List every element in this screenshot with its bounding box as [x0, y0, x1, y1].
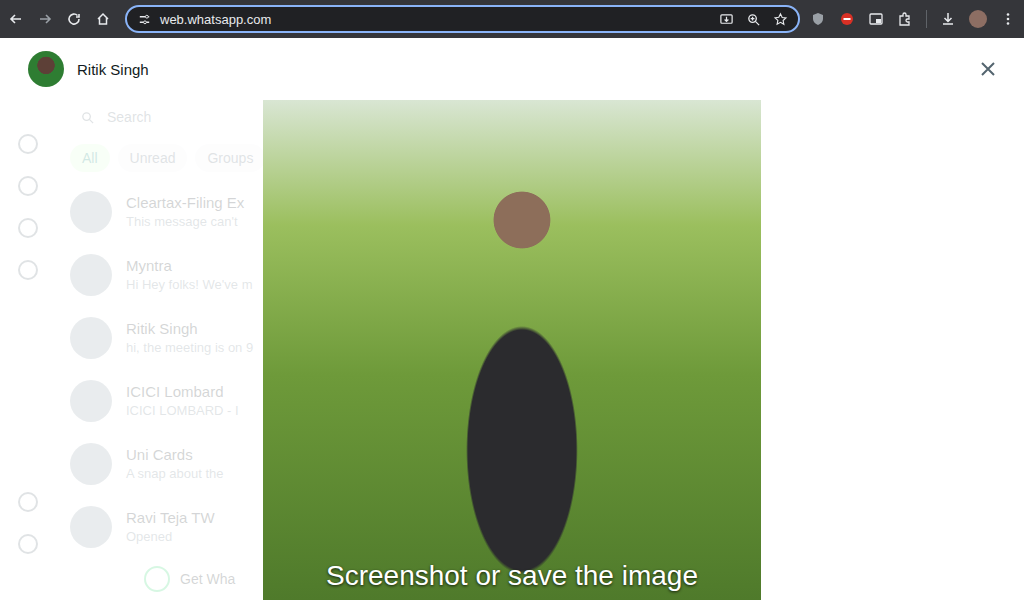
whatsapp-page: SearchAllUnreadGroupsCleartax-Filing ExT…: [0, 38, 1024, 610]
home-icon[interactable]: [95, 11, 111, 27]
site-settings-icon[interactable]: [137, 12, 152, 27]
menu-dots-icon[interactable]: [1000, 11, 1016, 27]
shield-extension-icon[interactable]: [810, 11, 826, 27]
picture-in-picture-icon[interactable]: [868, 11, 884, 27]
extensions-puzzle-icon[interactable]: [897, 11, 913, 27]
back-arrow-icon[interactable]: [8, 11, 24, 27]
photo-viewer: Ritik Singh Screenshot or save the image: [0, 38, 1024, 610]
url-text[interactable]: web.whatsapp.com: [160, 12, 711, 27]
profile-avatar-icon[interactable]: [969, 10, 987, 28]
reload-icon[interactable]: [66, 11, 82, 27]
install-app-icon[interactable]: [719, 12, 734, 27]
viewer-header: Ritik Singh: [0, 38, 1024, 92]
caption-annotation: Screenshot or save the image: [263, 560, 761, 592]
contact-avatar-icon[interactable]: [28, 51, 64, 87]
zoom-icon[interactable]: [746, 12, 761, 27]
profile-photo: Screenshot or save the image: [263, 100, 761, 600]
download-icon[interactable]: [940, 11, 956, 27]
browser-toolbar: web.whatsapp.com: [0, 0, 1024, 38]
block-extension-icon[interactable]: [839, 11, 855, 27]
contact-name[interactable]: Ritik Singh: [77, 61, 149, 78]
forward-arrow-icon[interactable]: [37, 11, 53, 27]
bookmark-star-icon[interactable]: [773, 12, 788, 27]
close-icon[interactable]: [978, 59, 998, 79]
address-bar[interactable]: web.whatsapp.com: [125, 5, 800, 33]
browser-window: web.whatsapp.com SearchAllUnreadGroupsCle…: [0, 0, 1024, 610]
